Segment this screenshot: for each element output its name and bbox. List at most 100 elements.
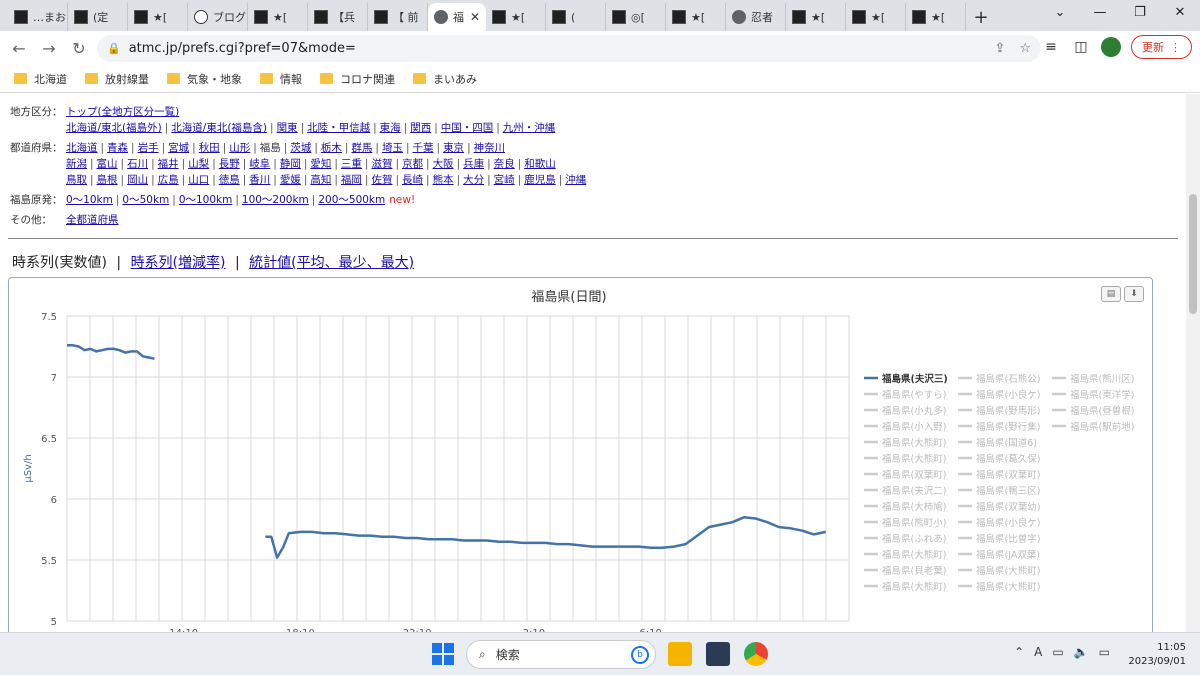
close-window-button[interactable]: ✕ [1160, 0, 1200, 28]
nav-link[interactable]: 高知 [310, 174, 331, 186]
nav-link[interactable]: 東京 [443, 142, 464, 154]
nav-link[interactable]: 関西 [410, 122, 431, 134]
browser-tab[interactable]: 福 ✕ [428, 3, 486, 31]
nav-link[interactable]: 京都 [402, 158, 423, 170]
nav-link[interactable]: 0〜10km [66, 194, 113, 206]
nav-link[interactable]: 兵庫 [463, 158, 484, 170]
view-link-rate[interactable]: 時系列(増減率) [131, 255, 226, 271]
nav-link[interactable]: 沖縄 [565, 174, 586, 186]
address-bar[interactable]: 🔒 atmc.jp/prefs.cgi?pref=07&mode= ⇪ ☆ [97, 35, 1041, 62]
print-icon[interactable]: ▤ [1101, 286, 1121, 302]
nav-link[interactable]: 岩手 [138, 142, 159, 154]
nav-link[interactable]: 愛知 [310, 158, 331, 170]
browser-tab[interactable]: ★[ [128, 3, 188, 31]
nav-link[interactable]: 新潟 [66, 158, 87, 170]
nav-link[interactable]: 埼玉 [382, 142, 403, 154]
bookmark-folder[interactable]: 北海道 [14, 71, 67, 87]
all-prefs-link[interactable]: 全都道府県 [66, 214, 119, 226]
browser-tab[interactable]: ★[ [846, 3, 906, 31]
browser-tab[interactable]: …まお [8, 3, 68, 31]
nav-link[interactable]: 三重 [341, 158, 362, 170]
update-button[interactable]: 更新 ⋮ [1131, 35, 1192, 59]
back-arrow-icon[interactable]: ← [4, 39, 34, 58]
nav-link[interactable]: 大阪 [433, 158, 454, 170]
browser-tab[interactable]: 【 前 [368, 3, 428, 31]
nav-link[interactable]: 関東 [277, 122, 298, 134]
bookmark-folder[interactable]: 気象・地象 [167, 71, 242, 87]
nav-link[interactable]: 山梨 [188, 158, 209, 170]
nav-link[interactable]: 鹿児島 [524, 174, 556, 186]
nav-link[interactable]: 九州・沖縄 [503, 122, 556, 134]
browser-tab[interactable]: ◎[ [606, 3, 666, 31]
battery-icon[interactable]: ▭ [1099, 645, 1110, 659]
nav-link[interactable]: 200〜500km [318, 194, 385, 206]
nav-link[interactable]: 北海道 [66, 142, 98, 154]
new-tab-button[interactable]: + [966, 3, 996, 31]
ime-indicator[interactable]: A [1034, 645, 1042, 659]
nav-link[interactable]: 栃木 [321, 142, 342, 154]
nav-link[interactable]: 島根 [97, 174, 118, 186]
region-top-link[interactable]: トップ(全地方区分一覧) [66, 106, 179, 118]
nav-link[interactable]: 北海道/東北(福島含) [171, 122, 267, 134]
nav-link[interactable]: 北陸・甲信越 [307, 122, 370, 134]
nav-link[interactable]: 滋賀 [371, 158, 392, 170]
nav-link[interactable]: 徳島 [219, 174, 240, 186]
nav-link[interactable]: 鳥取 [66, 174, 87, 186]
bing-icon[interactable]: b [631, 645, 649, 664]
nav-link[interactable]: 熊本 [433, 174, 454, 186]
minimize-button[interactable]: — [1080, 0, 1120, 28]
browser-tab[interactable]: ★[ [786, 3, 846, 31]
reload-icon[interactable]: ↻ [64, 39, 94, 58]
bookmark-folder[interactable]: まいあみ [413, 71, 477, 87]
browser-tab[interactable]: ( [546, 3, 606, 31]
nav-link[interactable]: 山形 [229, 142, 250, 154]
nav-link[interactable]: 中国・四国 [441, 122, 494, 134]
view-link-stats[interactable]: 統計値(平均、最少、最大) [249, 255, 414, 271]
nav-link[interactable]: 福井 [158, 158, 179, 170]
nav-link[interactable]: 岡山 [127, 174, 148, 186]
browser-tab[interactable]: 忍者 [726, 3, 786, 31]
nav-link[interactable]: 宮崎 [494, 174, 515, 186]
nav-link[interactable]: 香川 [249, 174, 270, 186]
file-explorer-icon[interactable] [668, 642, 692, 666]
browser-tab[interactable]: ★[ [666, 3, 726, 31]
reading-list-icon[interactable]: ≡ [1041, 39, 1061, 55]
download-icon[interactable]: ⬇ [1124, 286, 1144, 302]
nav-link[interactable]: 長野 [219, 158, 240, 170]
nav-link[interactable]: 宮城 [168, 142, 189, 154]
nav-link[interactable]: 長崎 [402, 174, 423, 186]
nav-link[interactable]: 0〜50km [122, 194, 169, 206]
maximize-button[interactable]: ❐ [1120, 0, 1160, 28]
browser-tab[interactable]: ★[ [486, 3, 546, 31]
clock[interactable]: 11:05 2023/09/01 [1128, 641, 1186, 669]
bookmark-folder[interactable]: 放射線量 [85, 71, 149, 87]
share-icon[interactable]: ⇪ [994, 41, 1005, 56]
nav-link[interactable]: 千葉 [413, 142, 434, 154]
browser-tab[interactable]: (定 [68, 3, 128, 31]
scrollbar-thumb[interactable] [1189, 194, 1197, 314]
nav-link[interactable]: 愛媛 [280, 174, 301, 186]
nav-link[interactable]: 岐阜 [249, 158, 270, 170]
bookmark-folder[interactable]: 情報 [260, 71, 302, 87]
nav-link[interactable]: 青森 [107, 142, 128, 154]
nav-link[interactable]: 神奈川 [474, 142, 506, 154]
nav-link[interactable]: 秋田 [199, 142, 220, 154]
browser-tab[interactable]: ★[ [906, 3, 966, 31]
nav-link[interactable]: 群馬 [351, 142, 372, 154]
bookmark-star-icon[interactable]: ☆ [1019, 41, 1031, 56]
chevron-up-icon[interactable]: ⌃ [1014, 645, 1024, 659]
taskbar-search[interactable]: ⌕ 検索 b [466, 640, 656, 669]
nav-link[interactable]: 東海 [380, 122, 401, 134]
profile-avatar[interactable] [1101, 37, 1121, 57]
nav-link[interactable]: 100〜200km [242, 194, 309, 206]
volume-icon[interactable]: 🔈 [1074, 645, 1089, 659]
nav-link[interactable]: 静岡 [280, 158, 301, 170]
nav-link[interactable]: 奈良 [494, 158, 515, 170]
page-scrollbar[interactable] [1186, 94, 1200, 632]
nav-link[interactable]: 富山 [97, 158, 118, 170]
nav-link[interactable]: 北海道/東北(福島外) [66, 122, 162, 134]
windows-start-icon[interactable] [432, 643, 454, 665]
nav-link[interactable]: 大分 [463, 174, 484, 186]
chrome-icon[interactable] [744, 642, 768, 666]
browser-tab[interactable]: ★[ [248, 3, 308, 31]
